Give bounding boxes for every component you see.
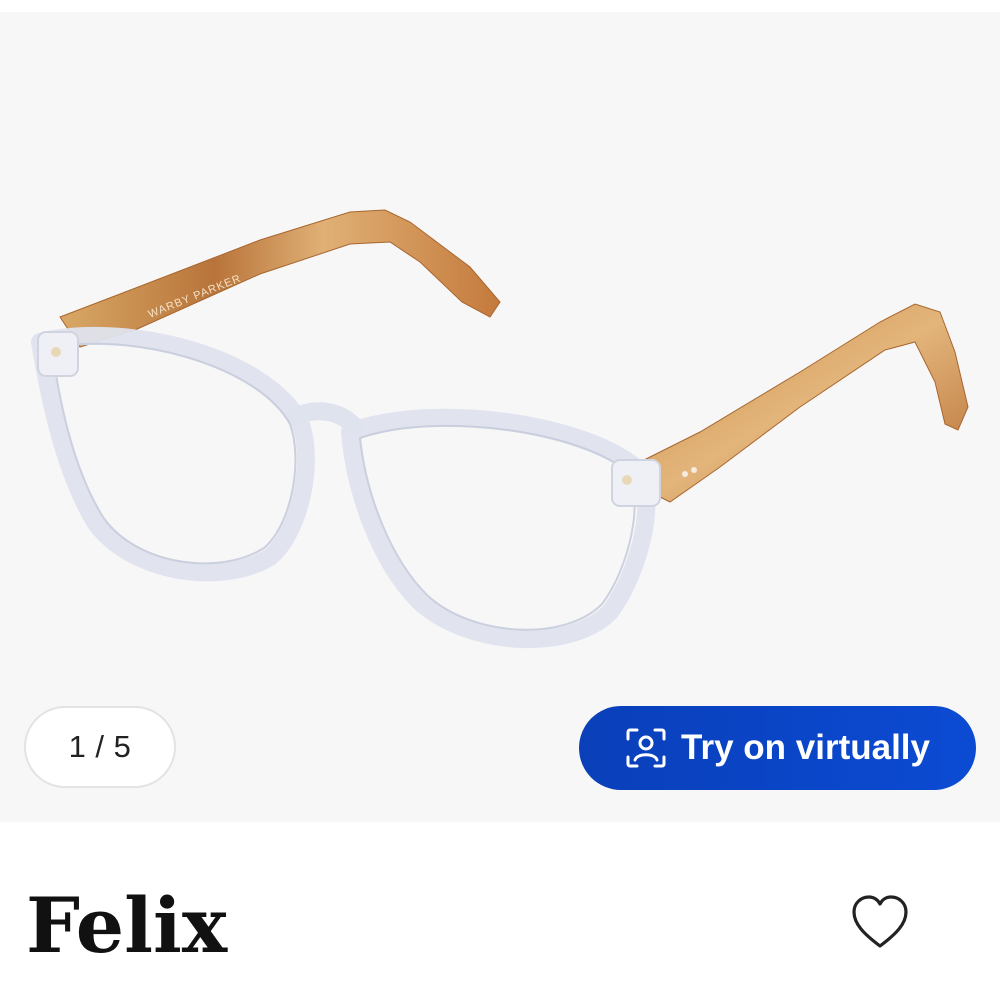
product-name: Felix	[26, 881, 228, 970]
favorite-button[interactable]	[850, 894, 910, 950]
try-on-label: Try on virtually	[681, 728, 930, 767]
glasses-product-image: WARBY PARKER	[31, 209, 969, 649]
heart-outline-icon	[852, 895, 908, 948]
product-page: WARBY PARKER 1 / 5 Try on virtually Feli…	[0, 0, 1000, 1000]
try-on-virtually-button[interactable]: Try on virtually	[579, 706, 976, 790]
product-image-gallery[interactable]: WARBY PARKER 1 / 5 Try on virtually	[0, 12, 1000, 822]
image-counter: 1 / 5	[24, 706, 176, 788]
face-scan-icon	[625, 727, 667, 769]
